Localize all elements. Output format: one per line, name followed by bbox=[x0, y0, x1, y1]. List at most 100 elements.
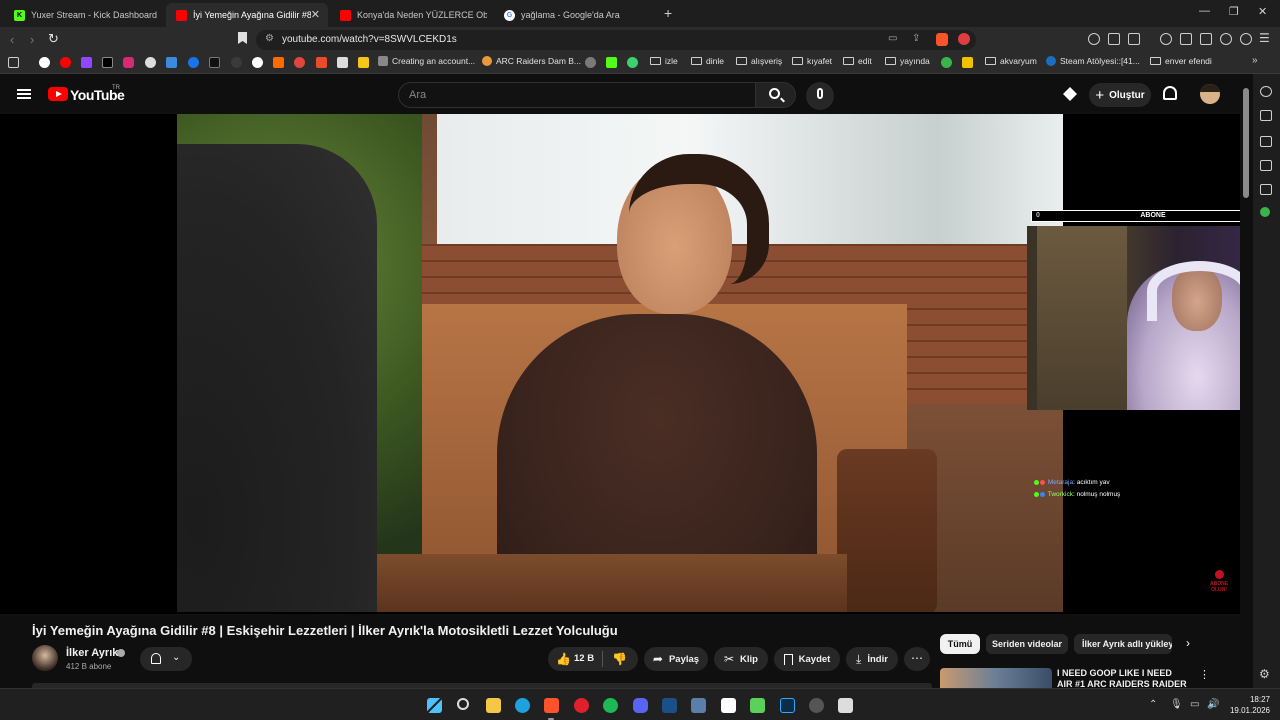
scrollbar-thumb[interactable] bbox=[1243, 88, 1249, 198]
bookmark-arc-raiders[interactable]: ARC Raiders Dam B... bbox=[482, 56, 581, 66]
share-icon[interactable]: ⇪ bbox=[912, 33, 920, 44]
bookmark-folder-izle[interactable]: izle bbox=[650, 56, 678, 66]
search-button[interactable] bbox=[756, 82, 796, 108]
tray-expand-icon[interactable]: ⌃ bbox=[1149, 699, 1157, 710]
leo-ai-icon[interactable] bbox=[1220, 33, 1232, 45]
restore-icon[interactable]: ❐ bbox=[1229, 5, 1239, 18]
reload-icon[interactable]: ↻ bbox=[48, 31, 59, 47]
recommended-video-title[interactable]: I NEED GOOP LIKE I NEED AIR #1 ARC RAIDE… bbox=[1057, 668, 1187, 688]
save-button[interactable]: Kaydet bbox=[774, 647, 840, 671]
hepsiburada-icon[interactable] bbox=[273, 57, 284, 68]
steam-icon[interactable] bbox=[662, 698, 677, 713]
menu-icon[interactable] bbox=[17, 89, 31, 99]
instagram-icon[interactable] bbox=[123, 57, 134, 68]
mail-icon[interactable] bbox=[316, 57, 327, 68]
snipping-tool-icon[interactable] bbox=[838, 698, 853, 713]
kick-studio-icon[interactable] bbox=[750, 698, 765, 713]
close-tab-icon[interactable]: ✕ bbox=[311, 8, 320, 21]
status-online-icon[interactable] bbox=[1260, 207, 1270, 217]
google-icon[interactable] bbox=[39, 57, 50, 68]
close-window-icon[interactable]: ✕ bbox=[1258, 5, 1267, 18]
tab-youtube-video[interactable]: İyi Yemeğin Ayağına Gidilir #8 | E ✕ bbox=[166, 3, 328, 27]
page-scrollbar[interactable] bbox=[1240, 74, 1253, 688]
calculator-icon[interactable] bbox=[691, 698, 706, 713]
screen-cast-icon[interactable]: ▭ bbox=[888, 33, 897, 44]
circle-icon[interactable] bbox=[252, 57, 263, 68]
tab-konya-video[interactable]: Konya'da Neden YÜZLERCE Obruk Aç bbox=[330, 3, 490, 27]
volume-icon[interactable]: 🔊 bbox=[1207, 699, 1219, 710]
account-avatar[interactable] bbox=[1200, 84, 1220, 104]
shield-icon[interactable] bbox=[1240, 33, 1252, 45]
media-icon[interactable] bbox=[1160, 33, 1172, 45]
green-app-icon[interactable] bbox=[627, 57, 638, 68]
sidebar-icon[interactable] bbox=[1180, 33, 1192, 45]
amazon-icon[interactable] bbox=[337, 57, 348, 68]
more-vertical-icon[interactable]: ⋮ bbox=[1199, 668, 1210, 681]
apps-grid-icon[interactable] bbox=[8, 57, 19, 68]
channel-name[interactable]: İlker Ayrık bbox=[66, 647, 118, 659]
opera-icon[interactable] bbox=[574, 698, 589, 713]
minimize-icon[interactable]: — bbox=[1199, 5, 1210, 17]
edge-icon[interactable] bbox=[515, 698, 530, 713]
wallet-panel-icon[interactable] bbox=[1260, 136, 1272, 147]
share-button[interactable]: ➦ Paylaş bbox=[644, 647, 708, 671]
file-explorer-icon[interactable] bbox=[486, 698, 501, 713]
history-panel-icon[interactable] bbox=[1260, 184, 1272, 195]
discord-icon[interactable] bbox=[633, 698, 648, 713]
green-circle-icon[interactable] bbox=[941, 57, 952, 68]
extensions-icon[interactable] bbox=[1108, 33, 1120, 45]
youtube-logo-icon[interactable] bbox=[48, 87, 68, 101]
video-frame[interactable] bbox=[177, 114, 1063, 612]
taskbar-clock[interactable]: 18:27 19.01.2026 bbox=[1226, 694, 1270, 716]
obs-icon[interactable] bbox=[809, 698, 824, 713]
extension-icon[interactable] bbox=[585, 57, 596, 68]
tab-kick-dashboard[interactable]: K Yuxer Stream - Kick Dashboard bbox=[4, 3, 164, 27]
more-actions-button[interactable]: ⋯ bbox=[904, 647, 930, 671]
github-icon[interactable] bbox=[145, 57, 156, 68]
bookmark-folder-alisveris[interactable]: alışveriş bbox=[736, 56, 782, 66]
address-bar[interactable]: ⚙ youtube.com/watch?v=8SWVLCEKD1s ▭ ⇪ bbox=[256, 30, 976, 50]
bookmark-folder-yayinda[interactable]: yayında bbox=[885, 56, 930, 66]
subscribed-notifications-button[interactable]: ⌄ bbox=[140, 647, 192, 671]
create-button[interactable]: + Oluştur bbox=[1089, 83, 1151, 107]
brave-shield-icon[interactable] bbox=[936, 33, 948, 46]
kick-icon[interactable] bbox=[606, 57, 617, 68]
bookmark-folder-akvaryum[interactable]: akvaryum bbox=[985, 56, 1037, 66]
downloads-icon[interactable] bbox=[1200, 33, 1212, 45]
video-player[interactable]: 0 ABONE 16 Metaraja: acıktım yav Tworkic… bbox=[0, 114, 1277, 614]
back-icon[interactable]: ‹ bbox=[10, 32, 14, 47]
channel-avatar[interactable] bbox=[32, 645, 58, 671]
download-button[interactable]: ⤓ İndir bbox=[846, 647, 898, 671]
cloud-icon[interactable] bbox=[166, 57, 177, 68]
youtube-icon[interactable] bbox=[60, 57, 71, 68]
clip-button[interactable]: ✂ Klip bbox=[714, 647, 768, 671]
reading-list-icon[interactable] bbox=[1260, 110, 1272, 121]
wallet-icon[interactable] bbox=[1128, 33, 1140, 45]
dislike-icon[interactable]: 👎 bbox=[612, 652, 627, 666]
bookmark-folder-edit[interactable]: edit bbox=[843, 56, 872, 66]
site-settings-icon[interactable]: ⚙ bbox=[265, 33, 274, 44]
brave-rewards-icon[interactable] bbox=[958, 33, 970, 45]
more-bookmarks-icon[interactable]: » bbox=[1252, 55, 1258, 66]
chip-all[interactable]: Tümü bbox=[940, 634, 980, 654]
wix-icon[interactable] bbox=[209, 57, 220, 68]
search-icon[interactable] bbox=[457, 698, 469, 710]
bookmark-icon[interactable] bbox=[238, 32, 247, 44]
new-tab-icon[interactable]: + bbox=[664, 5, 672, 21]
recommended-video-thumbnail[interactable] bbox=[940, 668, 1052, 688]
x-icon[interactable] bbox=[102, 57, 113, 68]
network-icon[interactable]: ▭ bbox=[1190, 699, 1199, 710]
chip-series[interactable]: Seriden videolar bbox=[986, 634, 1068, 654]
notifications-bell-icon[interactable] bbox=[1163, 86, 1177, 100]
tab-google-search[interactable]: G yağlama - Google'da Ara bbox=[494, 3, 654, 27]
like-count[interactable]: 12 B bbox=[574, 653, 594, 664]
play-icon[interactable] bbox=[188, 57, 199, 68]
windows-start-icon[interactable] bbox=[427, 698, 442, 713]
translate-icon[interactable] bbox=[231, 57, 242, 68]
yellow-app-icon[interactable] bbox=[962, 57, 973, 68]
forward-icon[interactable]: › bbox=[30, 32, 34, 47]
bookmark-folder-enver-efendi[interactable]: enver efendi bbox=[1150, 56, 1212, 66]
spotify-icon[interactable] bbox=[603, 698, 618, 713]
twitch-icon[interactable] bbox=[81, 57, 92, 68]
microphone-icon[interactable]: 🎙 bbox=[1170, 699, 1183, 710]
